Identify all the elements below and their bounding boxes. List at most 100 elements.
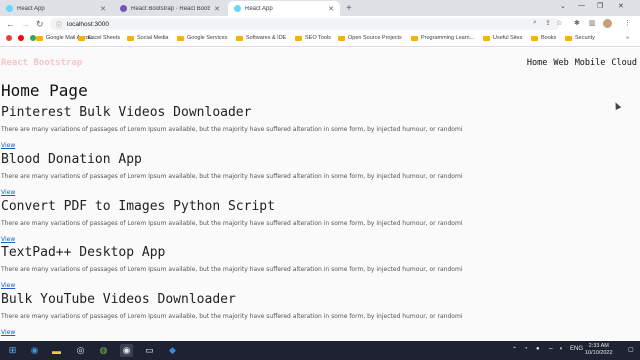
- view-link[interactable]: View: [1, 142, 631, 149]
- view-link[interactable]: View: [1, 282, 631, 289]
- share-icon[interactable]: ⇪: [545, 19, 551, 27]
- project-title: TextPad++ Desktop App: [1, 245, 166, 260]
- clock-time: 2:33 AM: [588, 343, 609, 349]
- bookmark-folder[interactable]: Security: [565, 35, 595, 41]
- folder-icon: [295, 35, 302, 41]
- project-card: Pinterest Bulk Videos Downloader There a…: [1, 104, 631, 149]
- project-card: Convert PDF to Images Python Script Ther…: [1, 198, 631, 243]
- start-windows-icon[interactable]: ⊞: [6, 344, 19, 357]
- url-input[interactable]: [67, 20, 468, 28]
- tab-react-app-1[interactable]: React App ✕: [0, 1, 112, 16]
- tab-label: React Bootstrap · React Bootstrap: [131, 5, 210, 12]
- view-link[interactable]: View: [1, 236, 631, 243]
- brand-logo[interactable]: React Bootstrap: [1, 58, 82, 68]
- back-icon[interactable]: ←: [6, 18, 15, 30]
- close-icon[interactable]: ✕: [100, 5, 106, 13]
- tab-react-app-2[interactable]: React App ✕: [228, 1, 340, 16]
- browser-toolbar: ← → ↻ ⓘ ⌕ ⇪ ☆ ✱ ▥ ⋮: [0, 16, 640, 32]
- youtube-icon: [18, 35, 24, 41]
- project-description: There are many variations of passages of…: [1, 173, 463, 180]
- notifications-icon[interactable]: ▢: [628, 346, 634, 353]
- chrome-icon[interactable]: ◍: [97, 344, 110, 357]
- bookmark-gmail[interactable]: [6, 35, 15, 41]
- bookmarks-bar: Google Mail Accou... Excel Sheets Social…: [0, 32, 640, 47]
- page-title: Home Page: [1, 81, 88, 100]
- view-link[interactable]: View: [1, 329, 631, 336]
- clock-date: 10/10/2022: [585, 350, 613, 356]
- bookmark-folder[interactable]: Softwares & IDE: [236, 35, 286, 41]
- forward-icon[interactable]: →: [21, 18, 30, 30]
- folder-icon: [338, 35, 345, 41]
- zoom-search-icon[interactable]: ⌕: [533, 19, 537, 27]
- tab-label: React App: [17, 5, 45, 12]
- side-panel-icon[interactable]: ▥: [589, 19, 596, 27]
- close-icon[interactable]: ✕: [328, 5, 334, 13]
- page-viewport: React Bootstrap Home Web Mobile Cloud Ho…: [0, 48, 640, 341]
- project-card: TextPad++ Desktop App There are many var…: [1, 244, 631, 289]
- bookmark-folder[interactable]: Books: [531, 35, 556, 41]
- folder-icon: [531, 35, 538, 41]
- bookmark-folder[interactable]: Excel Sheets: [78, 35, 120, 41]
- wifi-icon[interactable]: ⌔: [548, 346, 554, 354]
- tray-chevron-icon[interactable]: ⌃: [512, 346, 517, 353]
- chrome-canary-icon[interactable]: ◉: [120, 344, 133, 357]
- tab-strip: React App ✕ React Bootstrap · React Boot…: [0, 0, 640, 16]
- address-bar[interactable]: ⓘ: [50, 18, 560, 30]
- close-icon[interactable]: ✕: [214, 5, 220, 13]
- close-window-icon[interactable]: ✕: [618, 2, 624, 10]
- project-title: Convert PDF to Images Python Script: [1, 199, 275, 214]
- bookmark-folder[interactable]: Google Services: [177, 35, 227, 41]
- project-description: There are many variations of passages of…: [1, 220, 463, 227]
- mic-icon[interactable]: ●: [536, 346, 540, 352]
- project-title: Bulk YouTube Videos Downloader: [1, 292, 236, 307]
- volume-icon[interactable]: ◖: [559, 346, 563, 352]
- folder-icon: [36, 35, 43, 41]
- bookmark-folder[interactable]: Open Source Projects: [338, 35, 402, 41]
- more-bookmarks-icon[interactable]: »: [626, 35, 629, 41]
- nav-cloud[interactable]: Cloud: [611, 58, 637, 68]
- bookmark-youtube[interactable]: [18, 35, 27, 41]
- bookmark-folder[interactable]: Programming Learn...: [411, 35, 474, 41]
- extensions-icon[interactable]: ✱: [574, 19, 580, 27]
- tab-search-icon[interactable]: ⌄: [560, 2, 566, 10]
- nav-home[interactable]: Home: [527, 58, 547, 68]
- folder-icon: [127, 35, 134, 41]
- language-indicator[interactable]: ENG: [570, 346, 583, 352]
- avatar[interactable]: [603, 19, 612, 28]
- bookmark-folder[interactable]: Useful Sites: [483, 35, 522, 41]
- gmail-icon: [6, 35, 12, 41]
- restore-icon[interactable]: ❐: [597, 2, 603, 10]
- nav-mobile[interactable]: Mobile: [575, 58, 606, 68]
- terminal-icon[interactable]: ▭: [143, 344, 156, 357]
- nav-web[interactable]: Web: [553, 58, 568, 68]
- react-favicon-icon: [6, 5, 13, 12]
- view-link[interactable]: View: [1, 189, 631, 196]
- project-description: There are many variations of passages of…: [1, 126, 463, 133]
- folder-icon: [483, 35, 490, 41]
- vscode-icon[interactable]: ◆: [166, 344, 179, 357]
- bookmark-folder[interactable]: Social Media: [127, 35, 169, 41]
- project-card: Blood Donation App There are many variat…: [1, 151, 631, 196]
- tab-react-bootstrap[interactable]: React Bootstrap · React Bootstrap ✕: [114, 1, 226, 16]
- folder-icon: [78, 35, 85, 41]
- project-card: Bulk YouTube Videos Downloader There are…: [1, 291, 631, 336]
- system-clock[interactable]: 2:33 AM 10/10/2022: [585, 343, 613, 357]
- windows-taskbar: ⊞ ◉ ▬ ◎ ◍ ◉ ▭ ◆ ⌃ ◔ ● ⌔ ◖ ENG 2:33 AM 10…: [0, 341, 640, 360]
- project-description: There are many variations of passages of…: [1, 313, 463, 320]
- folder-icon: [565, 35, 572, 41]
- network-icon[interactable]: ◔: [524, 346, 528, 352]
- folder-icon: [411, 35, 418, 41]
- chrome-dev-icon[interactable]: ◎: [74, 344, 87, 357]
- project-description: There are many variations of passages of…: [1, 266, 463, 273]
- file-explorer-icon[interactable]: ▬: [50, 344, 63, 357]
- reload-icon[interactable]: ↻: [36, 18, 44, 30]
- minimize-icon[interactable]: —: [578, 2, 585, 9]
- react-favicon-icon: [234, 5, 241, 12]
- menu-kebab-icon[interactable]: ⋮: [624, 19, 631, 27]
- edge-icon[interactable]: ◉: [28, 344, 41, 357]
- new-tab-icon[interactable]: +: [346, 3, 352, 14]
- site-info-icon[interactable]: ⓘ: [56, 20, 62, 29]
- bookmark-star-icon[interactable]: ☆: [556, 19, 562, 27]
- bookmark-folder[interactable]: SEO Tools: [295, 35, 331, 41]
- project-title: Pinterest Bulk Videos Downloader: [1, 105, 252, 120]
